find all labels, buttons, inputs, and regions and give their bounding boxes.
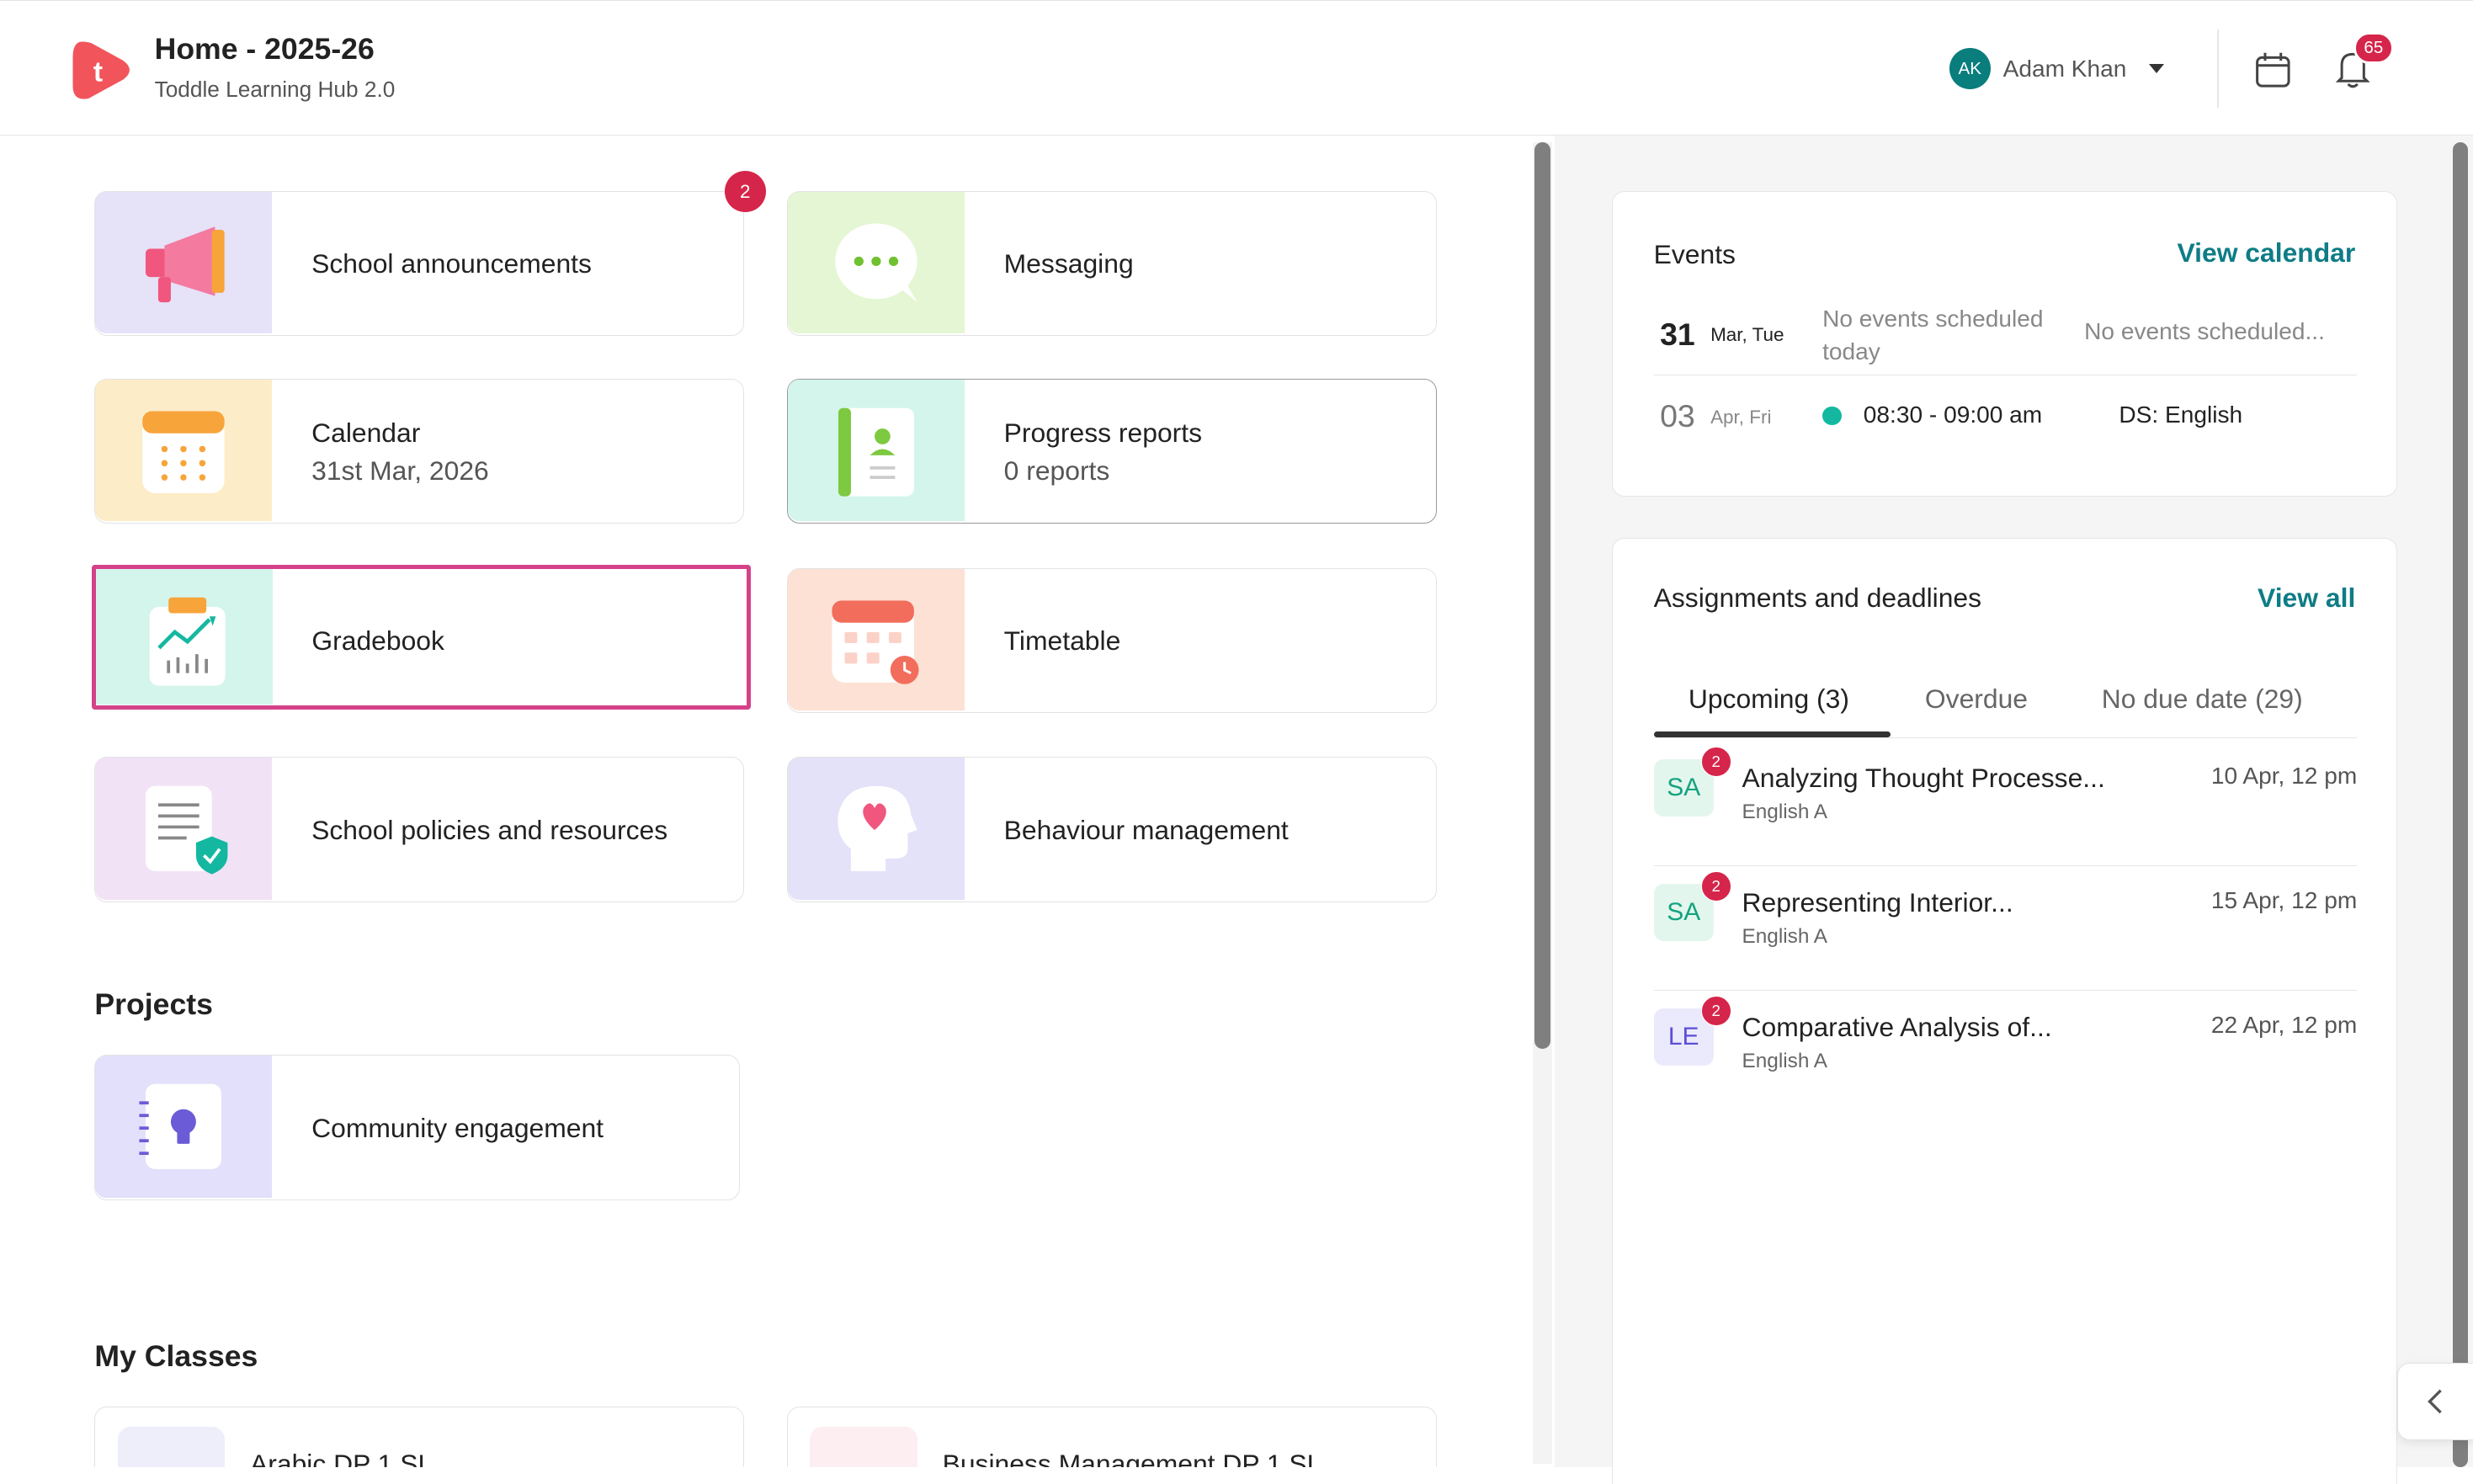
timetable-icon xyxy=(787,568,965,711)
class-label: Business Management DP 1 SL xyxy=(942,1449,1322,1467)
tab-no-due-date[interactable]: No due date (29) xyxy=(2102,683,2303,715)
calendar-icon[interactable] xyxy=(2252,50,2294,91)
sidebar-scrollbar[interactable] xyxy=(2451,141,2470,1467)
unread-badge: 2 xyxy=(1700,871,1731,902)
module-label: Calendar xyxy=(311,417,421,448)
unread-badge: 2 xyxy=(724,171,766,213)
module-sublabel: 31st Mar, 2026 xyxy=(311,455,489,486)
event-name: DS: English xyxy=(2119,401,2243,428)
class-card[interactable]: Arabic DP 1 SL xyxy=(94,1407,745,1467)
module-gradebook[interactable]: Gradebook xyxy=(91,564,751,710)
assignments-title: Assignments and deadlines xyxy=(1653,582,1982,614)
scrollbar-thumb[interactable] xyxy=(1534,141,1550,1049)
list-item[interactable]: SA 2 Representing Interior... English A … xyxy=(1653,865,2358,991)
module-label: Community engagement xyxy=(311,1112,604,1143)
megaphone-icon xyxy=(95,191,273,334)
main-content: School announcements 2 Messaging Calenda… xyxy=(0,136,1555,1467)
module-label: Behaviour management xyxy=(1003,814,1289,845)
chart-clipboard-icon xyxy=(95,568,273,705)
list-item[interactable]: LE 2 Comparative Analysis of... English … xyxy=(1653,990,2358,1114)
event-day: 03 xyxy=(1660,398,1695,434)
assignment-tabs: Upcoming (3) Overdue No due date (29) xyxy=(1653,674,2358,738)
module-label: Gradebook xyxy=(311,625,444,657)
module-label: School announcements xyxy=(311,248,592,279)
view-calendar-link[interactable]: View calendar xyxy=(2177,237,2355,269)
unread-badge: 2 xyxy=(1700,747,1731,777)
module-label: Progress reports xyxy=(1003,417,1203,448)
section-my-classes-title: My Classes xyxy=(94,1338,258,1373)
event-weekday: Apr, Fri xyxy=(1710,406,1772,428)
unread-badge: 2 xyxy=(1700,996,1731,1026)
avatar: AK xyxy=(1949,48,1991,89)
section-projects-title: Projects xyxy=(94,987,213,1021)
module-school-announcements[interactable]: School announcements 2 xyxy=(94,171,766,337)
active-tab-indicator xyxy=(1653,731,1891,737)
module-label: Messaging xyxy=(1003,248,1134,279)
assignment-subject: English A xyxy=(1742,924,1828,948)
module-label: Timetable xyxy=(1003,625,1121,656)
events-title: Events xyxy=(1653,238,1736,269)
chat-bubble-icon xyxy=(787,191,965,334)
class-icon xyxy=(810,1426,917,1467)
module-school-policies[interactable]: School policies and resources xyxy=(94,757,745,902)
caret-down-icon xyxy=(2148,64,2164,73)
module-timetable[interactable]: Timetable xyxy=(786,567,1437,713)
event-status-dot xyxy=(1822,406,1842,425)
assignments-panel: Assignments and deadlines View all Upcom… xyxy=(1611,537,2397,1484)
module-calendar[interactable]: Calendar 31st Mar, 2026 xyxy=(94,378,745,524)
event-empty-text: No events scheduled today xyxy=(1822,305,2044,365)
module-messaging[interactable]: Messaging xyxy=(786,190,1437,337)
lightbulb-notebook-icon xyxy=(95,1056,273,1199)
report-book-icon xyxy=(787,379,965,522)
svg-text:t: t xyxy=(93,56,103,88)
calendar-icon xyxy=(95,379,273,522)
user-name: Adam Khan xyxy=(2002,55,2127,82)
toddle-logo[interactable]: t xyxy=(66,35,136,104)
user-menu[interactable]: AK Adam Khan xyxy=(1949,48,2164,89)
assignment-title: Representing Interior... xyxy=(1742,886,2013,918)
tab-overdue[interactable]: Overdue xyxy=(1925,683,2028,715)
header-divider xyxy=(2217,29,2220,109)
assignment-subject: English A xyxy=(1742,800,1828,823)
list-item[interactable]: SA 2 Analyzing Thought Processe... Engli… xyxy=(1653,741,2358,866)
module-sublabel: 0 reports xyxy=(1003,455,1110,486)
main-scrollbar[interactable] xyxy=(1533,141,1552,1464)
assignment-title: Comparative Analysis of... xyxy=(1742,1012,2052,1043)
event-row[interactable]: 31 Mar, Tue No events scheduled today No… xyxy=(1653,295,2358,376)
module-behaviour-management[interactable]: Behaviour management xyxy=(786,757,1437,902)
class-icon xyxy=(117,1426,226,1467)
document-shield-icon xyxy=(95,758,273,900)
class-card[interactable]: Business Management DP 1 SL xyxy=(786,1407,1437,1467)
notification-badge: 65 xyxy=(2353,32,2395,64)
scrollbar-thumb[interactable] xyxy=(2452,141,2469,1467)
collapse-sidebar-button[interactable] xyxy=(2397,1362,2473,1440)
assignment-due: 10 Apr, 12 pm xyxy=(2210,762,2358,789)
event-time: 08:30 - 09:00 am xyxy=(1863,401,2043,428)
assignment-due: 15 Apr, 12 pm xyxy=(2210,886,2358,913)
events-panel: Events View calendar 31 Mar, Tue No even… xyxy=(1611,190,2397,497)
view-all-link[interactable]: View all xyxy=(2258,582,2355,614)
page-title: Home - 2025-26 xyxy=(154,32,375,66)
class-label: Arabic DP 1 SL xyxy=(250,1449,433,1467)
module-label: School policies and resources xyxy=(311,814,668,845)
top-header: t Home - 2025-26 Toddle Learning Hub 2.0… xyxy=(0,0,2473,136)
assignment-due: 22 Apr, 12 pm xyxy=(2210,1012,2358,1039)
assignment-subject: English A xyxy=(1742,1049,1828,1072)
head-heart-icon xyxy=(787,758,965,900)
assignment-title: Analyzing Thought Processe... xyxy=(1742,762,2105,793)
tab-upcoming[interactable]: Upcoming (3) xyxy=(1689,683,1849,715)
event-row[interactable]: 03 Apr, Fri 08:30 - 09:00 am DS: English xyxy=(1654,378,2358,450)
chevron-left-icon xyxy=(2428,1389,2442,1414)
event-empty-text-2: No events scheduled... xyxy=(2084,317,2325,344)
event-day: 31 xyxy=(1660,316,1695,352)
page-subtitle: Toddle Learning Hub 2.0 xyxy=(154,76,396,102)
event-weekday: Mar, Tue xyxy=(1710,324,1784,346)
module-progress-reports[interactable]: Progress reports 0 reports xyxy=(786,378,1437,524)
project-community-engagement[interactable]: Community engagement xyxy=(94,1055,740,1200)
